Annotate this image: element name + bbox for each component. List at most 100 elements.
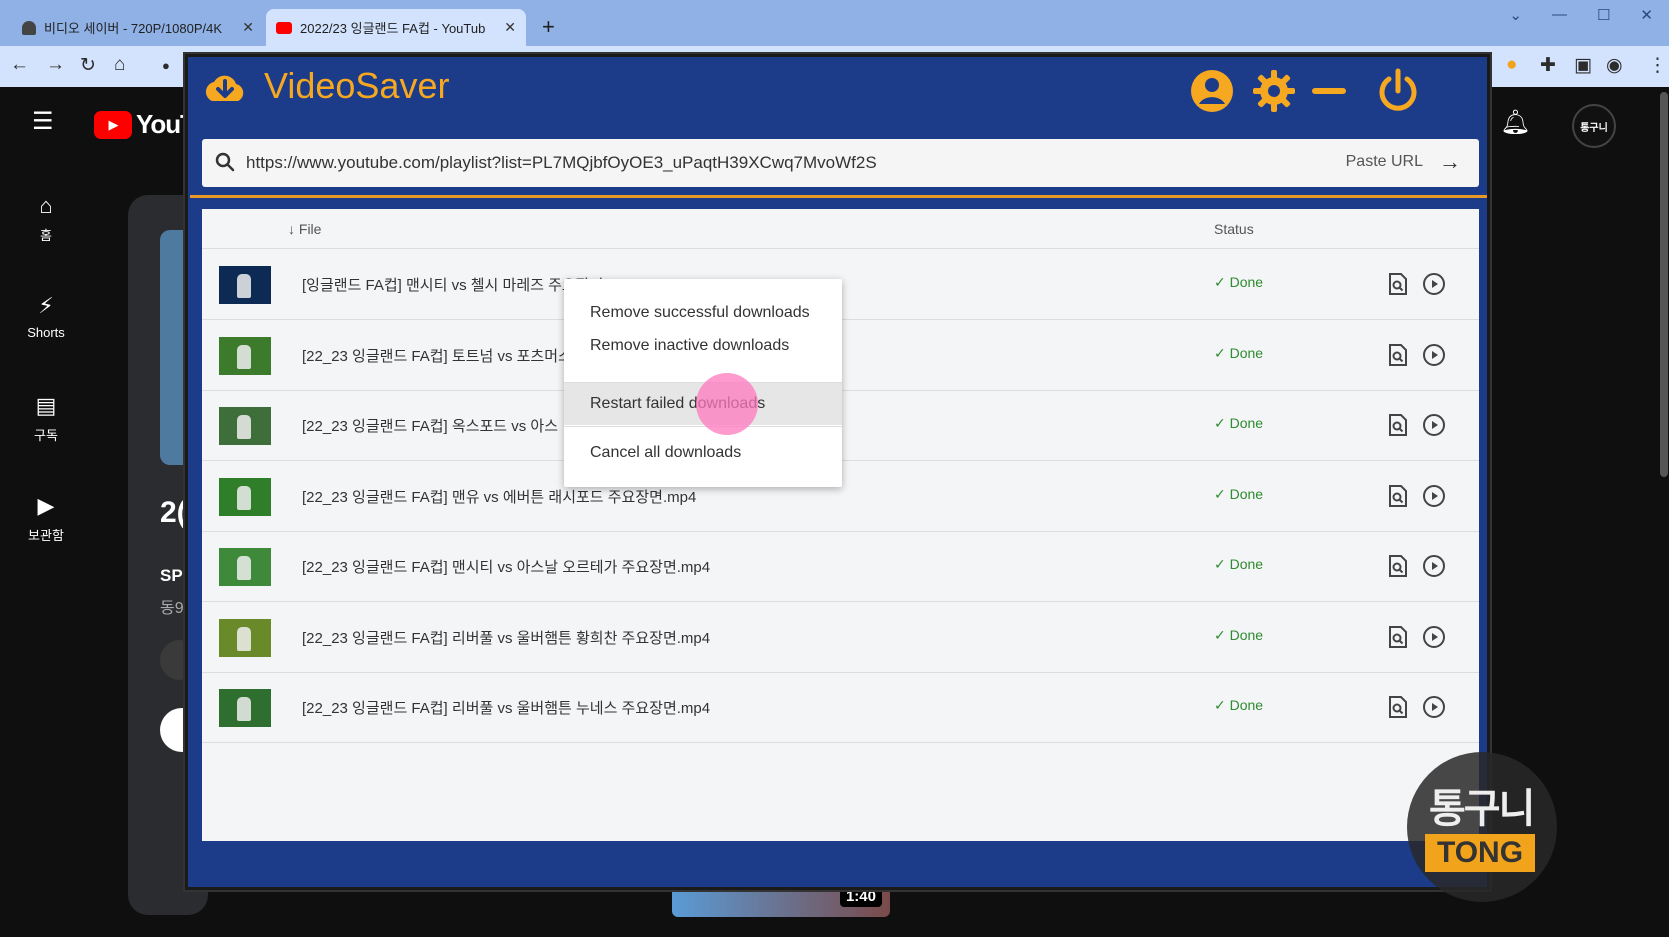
download-row[interactable]: [22_23 잉글랜드 FA컵] 맨시티 vs 아스날 오르테가 주요장면.mp…: [202, 532, 1479, 602]
show-file-icon[interactable]: [1387, 343, 1409, 367]
nav-label: Shorts: [27, 325, 65, 340]
maximize-icon[interactable]: ☐: [1597, 6, 1610, 24]
tab-title: 2022/23 잉글랜드 FA컵 - YouTub: [300, 21, 486, 36]
app-header: VideoSaver: [188, 57, 1487, 137]
remove-successful-downloads-item[interactable]: Remove successful downloads: [564, 295, 842, 331]
account-avatar[interactable]: 통구니: [1572, 104, 1616, 148]
video-thumbnail: [219, 407, 271, 445]
watermark-bottom-text: TONG: [1425, 834, 1535, 872]
menu-divider: [564, 426, 842, 427]
go-arrow-icon[interactable]: →: [1439, 149, 1461, 175]
paste-url-button[interactable]: Paste URL: [1346, 153, 1423, 171]
download-row[interactable]: [22_23 잉글랜드 FA컵] 리버풀 vs 울버햄튼 누네스 주요장면.mp…: [202, 673, 1479, 743]
play-icon[interactable]: [1422, 695, 1446, 719]
lock-icon[interactable]: ●: [162, 58, 170, 73]
file-name: [22_23 잉글랜드 FA컵] 리버풀 vs 울버햄튼 누네스 주요장면.mp…: [302, 700, 711, 717]
file-name: [22_23 잉글랜드 FA컵] 리버풀 vs 울버햄튼 황희찬 주요장면.mp…: [302, 629, 711, 647]
side-panel-icon[interactable]: ▣: [1574, 54, 1592, 77]
remove-inactive-downloads-item[interactable]: Remove inactive downloads: [564, 328, 842, 364]
download-cloud-icon: [205, 75, 244, 101]
minimize-app-icon[interactable]: [1308, 67, 1356, 115]
hamburger-menu-icon[interactable]: ☰: [32, 107, 54, 136]
show-file-icon[interactable]: [1387, 413, 1409, 437]
show-file-icon[interactable]: [1387, 695, 1409, 719]
play-icon[interactable]: [1422, 484, 1446, 508]
sort-down-arrow-icon: ↓: [288, 221, 299, 237]
extension-icon[interactable]: ●: [1506, 54, 1517, 76]
playlist-channel: SP: [160, 566, 183, 585]
browser-tab-videosaver[interactable]: 비디오 세이버 - 720P/1080P/4K ✕: [12, 9, 264, 46]
search-icon: [215, 152, 235, 172]
column-file-label: File: [298, 221, 322, 237]
play-icon[interactable]: [1422, 413, 1446, 437]
nav-library[interactable]: ▶ 보관함: [0, 493, 92, 544]
library-icon: ▶: [37, 493, 55, 518]
play-icon[interactable]: [1422, 554, 1446, 578]
minimize-icon[interactable]: —: [1552, 6, 1567, 24]
file-name: [22_23 잉글랜드 FA컵] 맨시티 vs 아스날 오르테가 주요장면.mp…: [302, 559, 711, 576]
power-icon[interactable]: [1374, 67, 1422, 115]
nav-shorts[interactable]: ⚡ Shorts: [0, 293, 92, 340]
browser-tab-bar: 비디오 세이버 - 720P/1080P/4K ✕ 2022/23 잉글랜드 F…: [0, 0, 1669, 46]
status-badge: ✓ Done: [1214, 344, 1264, 361]
status-badge: ✓ Done: [1214, 415, 1264, 431]
subscriptions-icon: ▤: [35, 393, 57, 418]
url-input-bar[interactable]: https://www.youtube.com/playlist?list=PL…: [202, 139, 1479, 187]
status-badge: ✓ Done: [1214, 626, 1264, 643]
play-icon[interactable]: [1422, 343, 1446, 367]
download-row[interactable]: [22_23 잉글랜드 FA컵] 리버풀 vs 울버햄튼 황희찬 주요장면.mp…: [202, 602, 1479, 673]
browser-tab-youtube[interactable]: 2022/23 잉글랜드 FA컵 - YouTub ✕: [266, 9, 526, 46]
play-icon[interactable]: [1422, 625, 1446, 649]
reload-icon[interactable]: ↻: [80, 54, 96, 77]
watermark-top-text: 통구니: [1429, 787, 1535, 831]
tab-title: 비디오 세이버 - 720P/1080P/4K: [44, 21, 223, 36]
nav-label: 보관함: [28, 528, 64, 543]
app-title: VideoSaver: [264, 65, 450, 106]
shorts-icon: ⚡: [38, 293, 54, 318]
show-file-icon[interactable]: [1387, 554, 1409, 578]
youtube-favicon-icon: [276, 21, 292, 34]
video-thumbnail: [219, 266, 271, 304]
home-icon: ⌂: [39, 193, 53, 218]
show-file-icon[interactable]: [1387, 625, 1409, 649]
playlist-meta: 동9: [160, 600, 184, 617]
window-controls: ⌄ — ☐ ✕: [1509, 6, 1669, 24]
nav-label: 구독: [34, 428, 58, 443]
url-input[interactable]: https://www.youtube.com/playlist?list=PL…: [246, 153, 877, 173]
browser-menu-icon[interactable]: ⋮: [1648, 54, 1667, 77]
column-file[interactable]: ↓ File: [288, 221, 321, 237]
youtube-sidebar: ☰ ⌂ 홈 ⚡ Shorts ▤ 구독 ▶ 보관함: [0, 87, 120, 937]
back-icon[interactable]: ←: [10, 54, 29, 76]
forward-icon[interactable]: →: [46, 54, 65, 76]
status-badge: ✓ Done: [1214, 556, 1264, 572]
profile-avatar-icon[interactable]: ◉: [1606, 54, 1623, 77]
account-icon[interactable]: [1188, 67, 1236, 115]
close-window-icon[interactable]: ✕: [1640, 6, 1653, 24]
videosaver-favicon-icon: [22, 20, 36, 35]
notifications-bell-icon[interactable]: 🔔︎: [1500, 108, 1530, 137]
page-scrollbar[interactable]: [1660, 92, 1668, 477]
show-file-icon[interactable]: [1387, 272, 1409, 296]
nav-subscriptions[interactable]: ▤ 구독: [0, 393, 92, 444]
channel-watermark: 통구니 TONG: [1407, 752, 1557, 902]
tab-search-icon[interactable]: ⌄: [1509, 6, 1522, 24]
close-tab-icon[interactable]: ✕: [242, 19, 254, 36]
settings-gear-icon[interactable]: [1250, 67, 1298, 115]
video-thumbnail: [219, 618, 271, 657]
show-file-icon[interactable]: [1387, 484, 1409, 508]
cancel-all-downloads-item[interactable]: Cancel all downloads: [564, 429, 842, 477]
file-name: [22_23 잉글랜드 FA컵] 맨유 vs 에버튼 래시포드 주요장면.mp4: [302, 488, 697, 506]
play-icon[interactable]: [1422, 272, 1446, 296]
nav-home[interactable]: ⌂ 홈: [0, 193, 92, 244]
close-tab-icon[interactable]: ✕: [504, 19, 516, 36]
file-name: [22_23 잉글랜드 FA컵] 토트넘 vs 포츠머스: [302, 347, 572, 365]
file-name: [22_23 잉글랜드 FA컵] 옥스포드 vs 아스: [302, 418, 559, 435]
extensions-puzzle-icon[interactable]: ✚: [1540, 54, 1556, 77]
status-badge: ✓ Done: [1214, 697, 1264, 713]
status-badge: ✓ Done: [1214, 485, 1264, 502]
new-tab-button[interactable]: +: [542, 14, 555, 40]
mouse-cursor-highlight: [696, 373, 758, 435]
home-icon[interactable]: ⌂: [114, 54, 125, 76]
column-status[interactable]: Status: [1214, 221, 1254, 237]
table-header: ↓ File Status: [202, 209, 1479, 249]
